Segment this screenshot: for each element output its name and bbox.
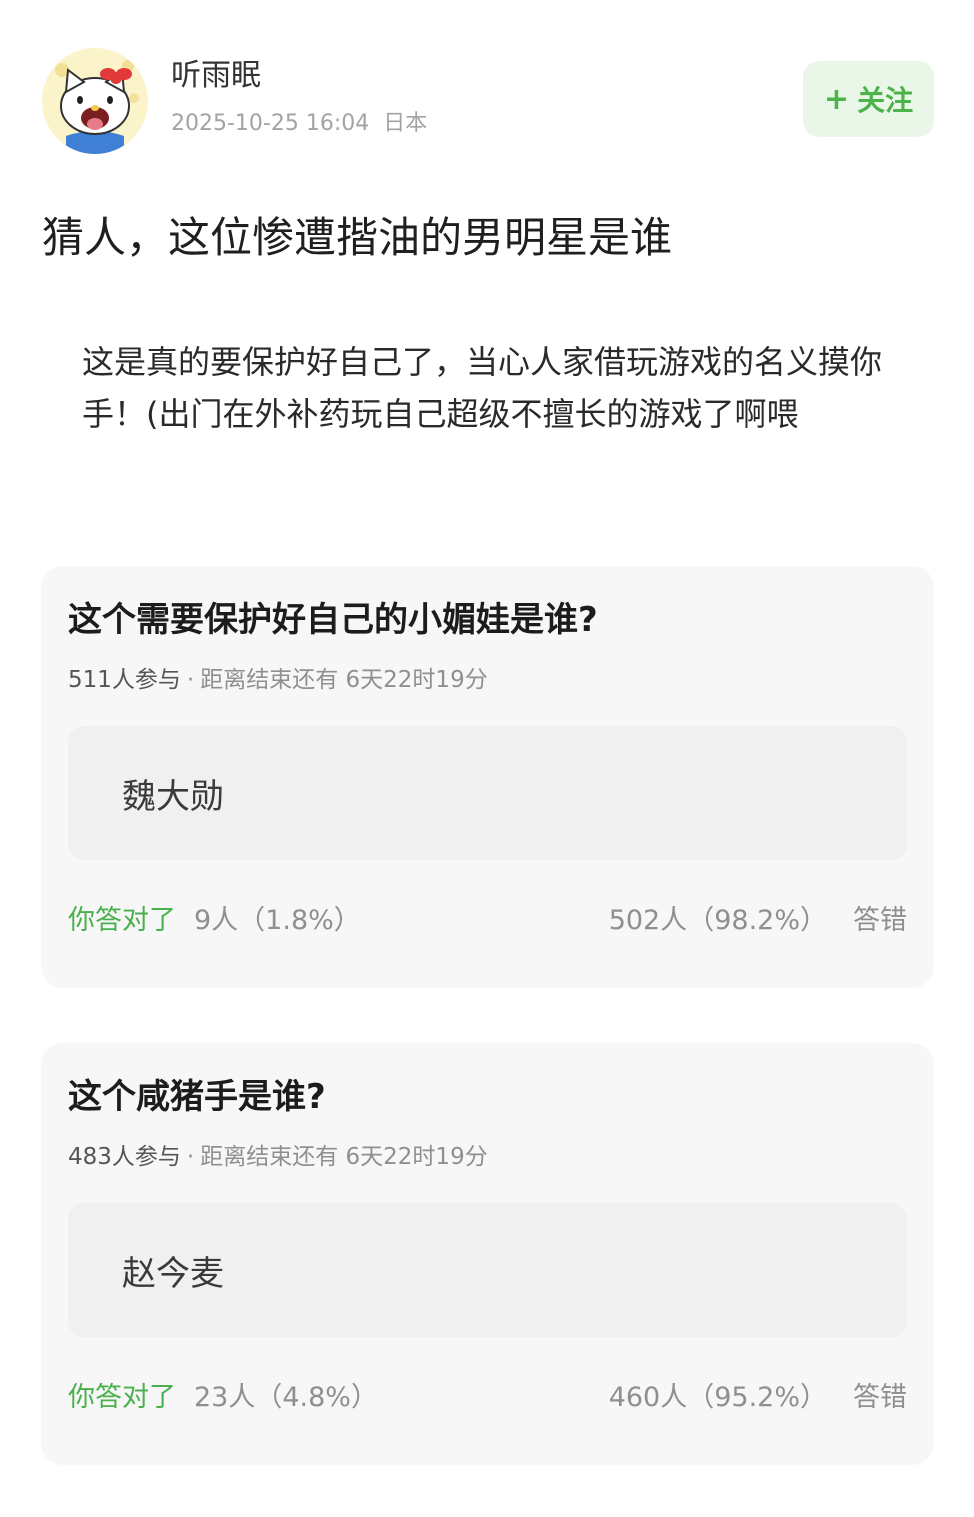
quiz-stats: 483人参与 · 距离结束还有 6天22时19分 — [68, 1141, 488, 1173]
wrong-label: 答错 — [853, 905, 907, 936]
follow-button[interactable]: + 关注 — [803, 61, 934, 137]
post-title: 猜人，这位惨遭揩油的男明星是谁 — [42, 213, 673, 262]
wrong-label: 答错 — [853, 1382, 907, 1413]
quiz-result-correct: 你答对了 23人（4.8%） — [68, 1378, 378, 1418]
quiz-participants: 483人参与 — [68, 1144, 181, 1170]
quiz-result-wrong: 502人（98.2%） 答错 — [609, 901, 907, 941]
quiz-stats: 511人参与 · 距离结束还有 6天22时19分 — [68, 664, 488, 696]
quiz-deadline: 距离结束还有 6天22时19分 — [200, 1144, 488, 1170]
wrong-count: 460人（95.2%） — [608, 1382, 827, 1413]
correct-label: 你答对了 — [68, 1382, 176, 1413]
quiz-result: 你答对了 23人（4.8%） 460人（95.2%） 答错 — [68, 1378, 907, 1418]
quiz-separator: · — [186, 1144, 195, 1170]
quiz-card: 这个咸猪手是谁? 483人参与 · 距离结束还有 6天22时19分 赵今麦 你答对了… — [41, 1043, 934, 1465]
post-meta: 2025-10-25 16:04 日本 — [171, 109, 427, 139]
post-location: 日本 — [383, 111, 428, 136]
quiz-result: 你答对了 9人（1.8%） 502人（98.2%） 答错 — [68, 901, 907, 941]
quiz-result-wrong: 460人（95.2%） 答错 — [609, 1378, 907, 1418]
quiz-answer-option[interactable]: 魏大勋 — [68, 726, 907, 860]
follow-label: 关注 — [857, 84, 914, 117]
plus-icon: + — [823, 81, 850, 117]
quiz-card: 这个需要保护好自己的小媚娃是谁? 511人参与 · 距离结束还有 6天22时19分 … — [41, 566, 934, 988]
post-body: 这是真的要保护好自己了，当心人家借玩游戏的名义摸你手！(出门在外补药玩自己超级不… — [82, 343, 883, 433]
wrong-count: 502人（98.2%） — [608, 905, 827, 936]
avatar[interactable] — [42, 48, 148, 154]
correct-count: 23人（4.8%） — [194, 1382, 378, 1413]
quiz-answer-option[interactable]: 赵今麦 — [68, 1203, 907, 1337]
post-datetime: 2025-10-25 16:04 — [171, 111, 370, 136]
quiz-result-correct: 你答对了 9人（1.8%） — [68, 901, 361, 941]
author-name[interactable]: 听雨眠 — [171, 56, 261, 96]
quiz-answer-text: 赵今麦 — [122, 1253, 224, 1294]
correct-label: 你答对了 — [68, 905, 176, 936]
correct-count: 9人（1.8%） — [194, 905, 361, 936]
quiz-question: 这个需要保护好自己的小媚娃是谁? — [68, 600, 598, 640]
post-page: 听雨眠 2025-10-25 16:04 日本 + 关注 猜人，这位惨遭揩油的男明… — [0, 0, 974, 1517]
hello-kitty-avatar-icon — [42, 48, 148, 154]
quiz-question: 这个咸猪手是谁? — [68, 1077, 326, 1117]
quiz-separator: · — [186, 667, 195, 693]
quiz-answer-text: 魏大勋 — [122, 776, 224, 817]
quiz-participants: 511人参与 — [68, 667, 181, 693]
quiz-deadline: 距离结束还有 6天22时19分 — [200, 667, 488, 693]
